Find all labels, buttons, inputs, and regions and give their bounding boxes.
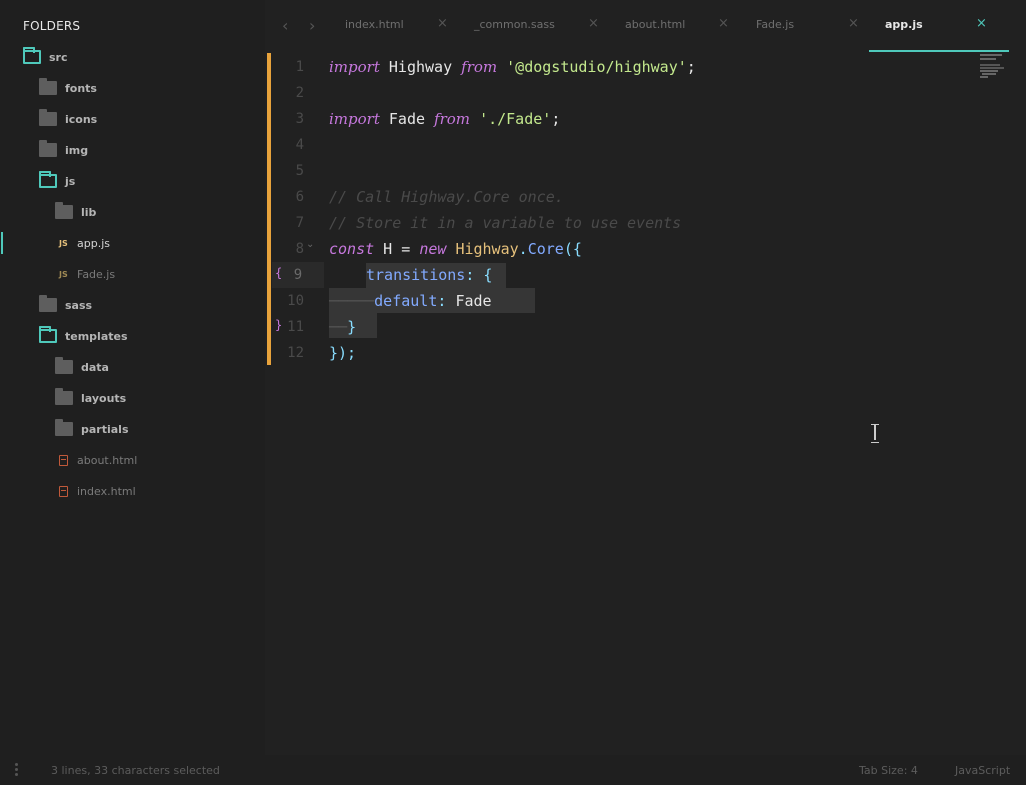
status-bar: 3 lines, 33 characters selected Tab Size… (0, 755, 1026, 785)
js-file-icon: JS (59, 269, 68, 279)
tab-about-html[interactable]: about.html (625, 18, 685, 31)
tab-app-js[interactable]: app.js (885, 18, 923, 31)
tree-folder-icons[interactable]: icons (39, 109, 97, 129)
tree-folder-templates[interactable]: templates (39, 326, 128, 346)
close-icon[interactable]: × (976, 16, 987, 31)
js-file-icon: JS (59, 238, 68, 248)
sidebar-title: FOLDERS (23, 19, 81, 33)
tree-folder-js[interactable]: js (39, 171, 75, 191)
syntax-selector[interactable]: JavaScript (955, 764, 1010, 777)
folder-open-icon (23, 47, 41, 64)
tree-file-fade-js[interactable]: JS Fade.js (59, 264, 115, 284)
tree-folder-data[interactable]: data (55, 357, 109, 377)
panel-toggle-icon[interactable] (15, 763, 18, 777)
folder-icon (39, 78, 57, 95)
bracket-open-marker: { (275, 266, 283, 280)
tab-fade-js[interactable]: Fade.js (756, 18, 794, 31)
close-icon[interactable]: × (588, 16, 599, 31)
tree-file-app-js[interactable]: JS app.js (59, 233, 110, 253)
folder-icon (55, 202, 73, 219)
code-line-1: import Highway from '@dogstudio/highway'… (329, 58, 696, 76)
text-cursor-icon (871, 424, 879, 443)
folder-icon (39, 109, 57, 126)
tree-file-index-html[interactable]: index.html (59, 481, 136, 501)
html-file-icon (59, 485, 68, 497)
code-line-7: // Store it in a variable to use events (329, 214, 682, 232)
tab-size-indicator[interactable]: Tab Size: 4 (859, 764, 918, 777)
folder-open-icon (39, 326, 57, 343)
tree-folder-src[interactable]: src (23, 47, 68, 67)
folder-icon (39, 140, 57, 157)
close-icon[interactable]: × (437, 16, 448, 31)
folder-icon (55, 357, 73, 374)
html-file-icon (59, 454, 68, 466)
tree-folder-layouts[interactable]: layouts (55, 388, 126, 408)
code-line-9: transitions: { (366, 266, 493, 284)
tab-index-html[interactable]: index.html (345, 18, 404, 31)
tree-folder-fonts[interactable]: fonts (39, 78, 97, 98)
code-line-8: const H = new Highway.Core({ (329, 240, 582, 258)
folder-icon (39, 295, 57, 312)
tab-common-sass[interactable]: _common.sass (474, 18, 555, 31)
minimap[interactable] (978, 52, 1010, 82)
tree-file-about-html[interactable]: about.html (59, 450, 137, 470)
chevron-right-icon[interactable]: › (309, 16, 315, 35)
folder-icon (55, 419, 73, 436)
selection-status: 3 lines, 33 characters selected (51, 764, 220, 777)
tree-folder-img[interactable]: img (39, 140, 88, 160)
fold-chevron-icon[interactable]: ⌄ (306, 239, 314, 250)
tree-folder-sass[interactable]: sass (39, 295, 92, 315)
close-icon[interactable]: × (718, 16, 729, 31)
folder-open-icon (39, 171, 57, 188)
code-line-10: ─────default: Fade (329, 292, 492, 310)
modified-lines-indicator (267, 53, 271, 365)
bracket-close-marker: } (275, 318, 283, 332)
code-line-3: import Fade from './Fade'; (329, 110, 561, 128)
tree-folder-lib[interactable]: lib (55, 202, 96, 222)
sidebar: FOLDERS src fonts icons img js lib JS ap… (0, 0, 265, 755)
chevron-left-icon[interactable]: ‹ (282, 16, 288, 35)
tree-folder-partials[interactable]: partials (55, 419, 129, 439)
code-line-12: }); (329, 344, 357, 362)
folder-icon (55, 388, 73, 405)
active-file-marker (1, 232, 3, 254)
close-icon[interactable]: × (848, 16, 859, 31)
code-line-11: ──} (329, 318, 357, 336)
code-line-6: // Call Highway.Core once. (329, 188, 564, 206)
